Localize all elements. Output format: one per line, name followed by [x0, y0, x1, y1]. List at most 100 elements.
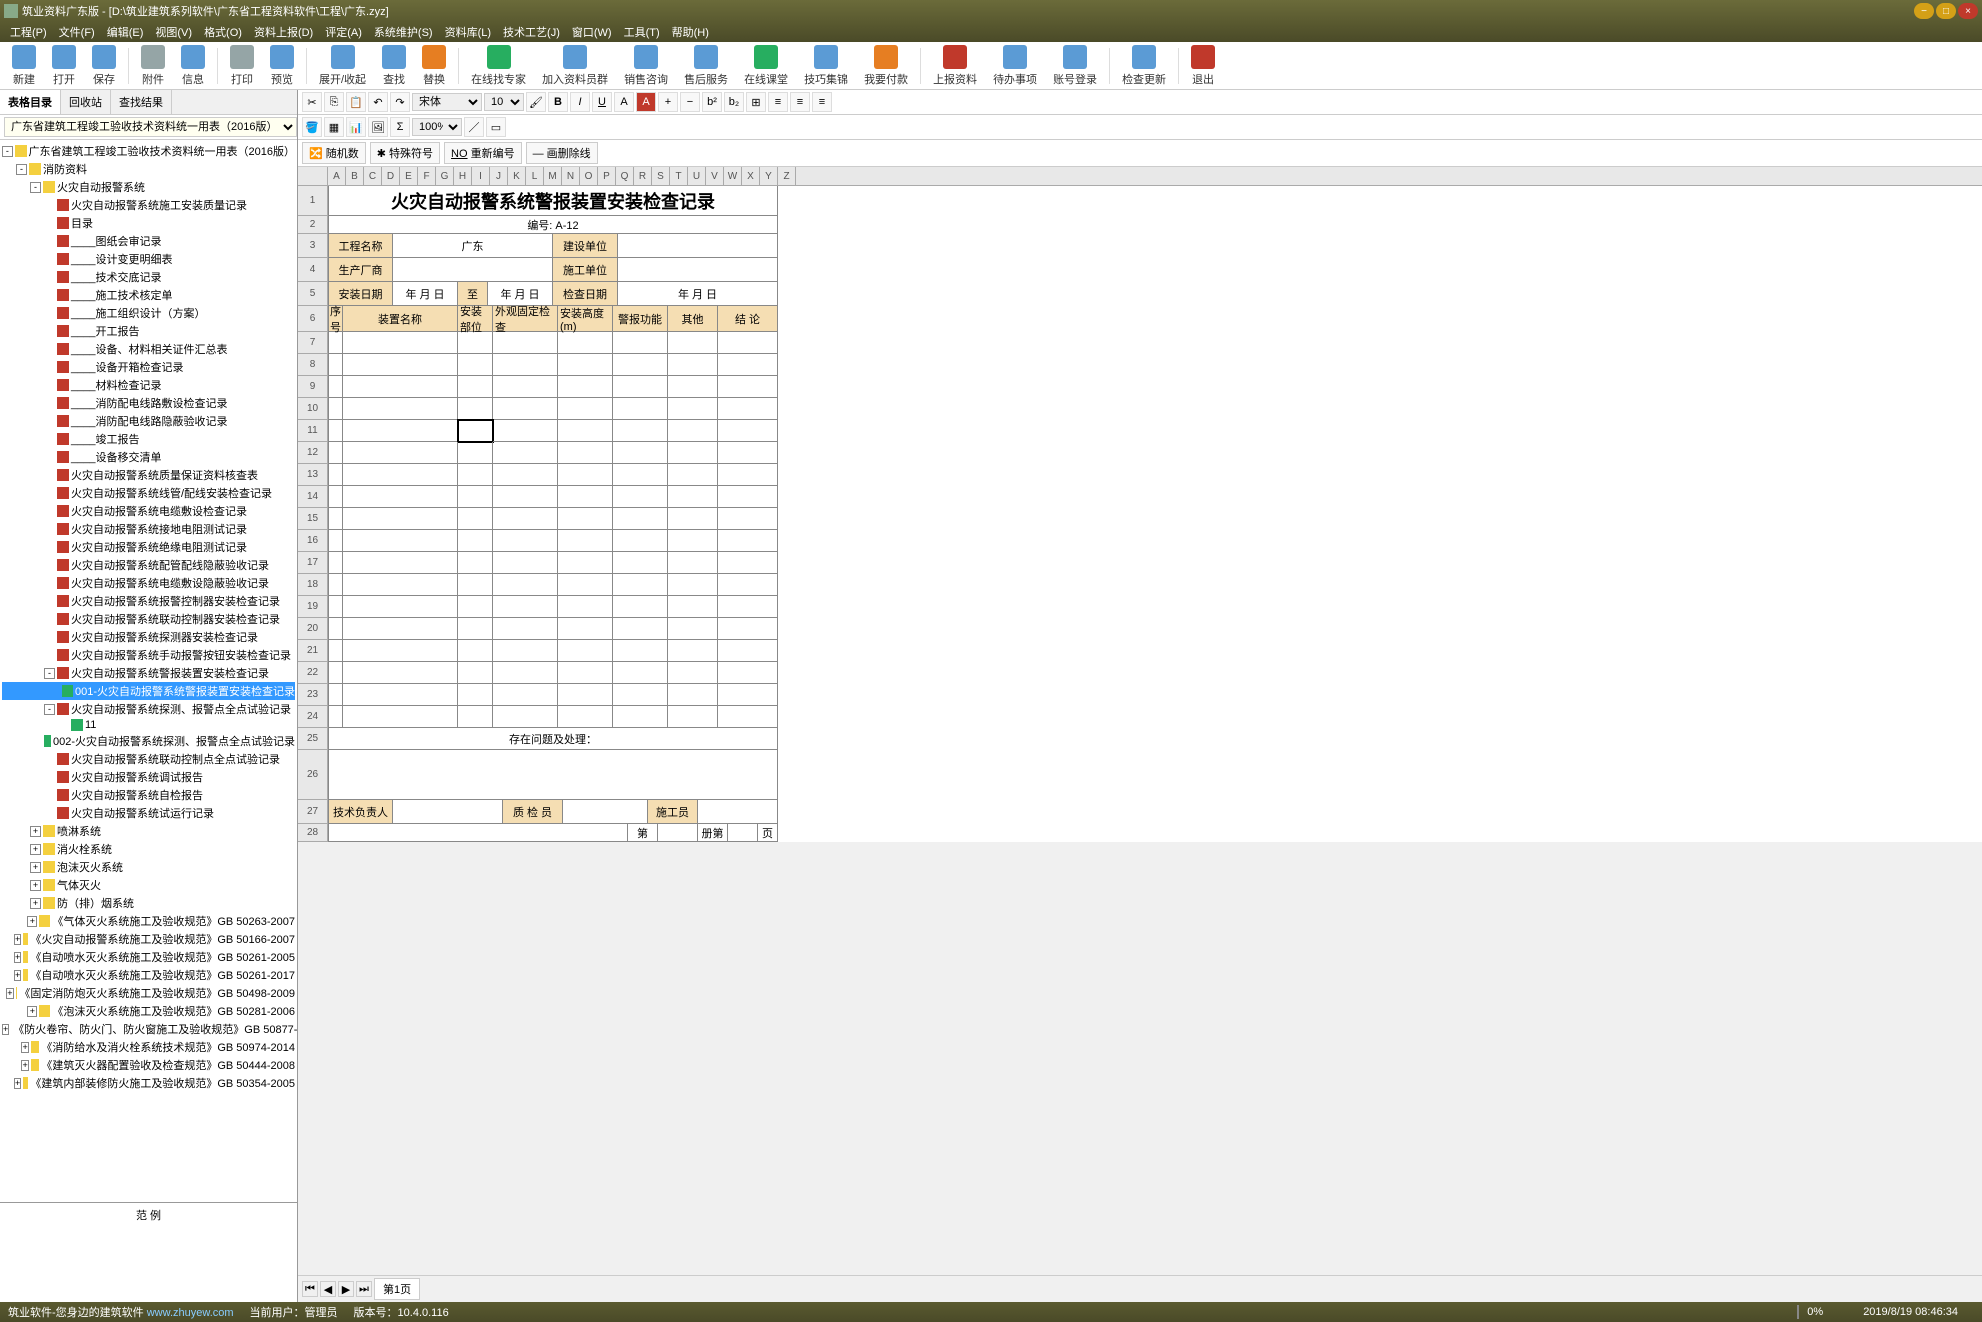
row-header[interactable]: 3	[298, 234, 328, 258]
cell[interactable]	[328, 596, 343, 618]
tree-node[interactable]: -广东省建筑工程竣工验收技术资料统一用表（2016版）	[2, 142, 295, 160]
tree-node[interactable]: ____图纸会审记录	[2, 232, 295, 250]
cell[interactable]	[668, 618, 718, 640]
tree-toggle-icon[interactable]: +	[27, 1006, 37, 1017]
cell[interactable]	[343, 662, 458, 684]
column-header[interactable]: S	[652, 167, 670, 185]
tree-node[interactable]: -火灾自动报警系统探测、报警点全点试验记录	[2, 700, 295, 718]
cell[interactable]	[613, 596, 668, 618]
tree-node[interactable]: 火灾自动报警系统手动报警按钮安装检查记录	[2, 646, 295, 664]
tree-toggle-icon[interactable]: -	[44, 668, 55, 679]
cell[interactable]	[558, 332, 613, 354]
cell[interactable]	[558, 420, 613, 442]
cell[interactable]	[343, 508, 458, 530]
cell[interactable]	[718, 398, 778, 420]
cell[interactable]	[558, 662, 613, 684]
toolbar-附件[interactable]: 附件	[133, 43, 173, 89]
cell[interactable]	[658, 824, 698, 842]
row-header[interactable]: 21	[298, 640, 328, 662]
row-header[interactable]: 16	[298, 530, 328, 552]
cell[interactable]	[563, 800, 648, 824]
cell[interactable]	[668, 398, 718, 420]
redo-icon[interactable]: ↷	[390, 92, 410, 112]
tree-node[interactable]: 002-火灾自动报警系统探测、报警点全点试验记录	[2, 732, 295, 750]
tree-toggle-icon[interactable]: +	[14, 934, 21, 945]
cell[interactable]	[343, 640, 458, 662]
cell[interactable]	[458, 420, 493, 442]
menu-item[interactable]: 窗口(W)	[566, 24, 618, 40]
cell[interactable]: 年 月 日	[618, 282, 778, 306]
tree-toggle-icon[interactable]: +	[14, 970, 21, 981]
cell[interactable]	[618, 234, 778, 258]
cell[interactable]	[493, 398, 558, 420]
cell[interactable]	[458, 684, 493, 706]
column-header[interactable]: U	[688, 167, 706, 185]
cell[interactable]	[493, 508, 558, 530]
cell[interactable]	[393, 258, 553, 282]
cell[interactable]	[493, 618, 558, 640]
cell[interactable]	[328, 618, 343, 640]
tree-toggle-icon[interactable]: +	[21, 1060, 29, 1071]
cell[interactable]	[718, 376, 778, 398]
row-header[interactable]: 11	[298, 420, 328, 442]
font-select[interactable]: 宋体	[412, 93, 482, 111]
fillcolor-icon[interactable]: A	[636, 92, 656, 112]
zoom-select[interactable]: 100%	[412, 118, 462, 136]
cell[interactable]	[458, 706, 493, 728]
left-tab[interactable]: 回收站	[61, 90, 111, 114]
cell[interactable]	[668, 684, 718, 706]
tree-node[interactable]: ____竣工报告	[2, 430, 295, 448]
italic-icon[interactable]: I	[570, 92, 590, 112]
cell[interactable]	[458, 354, 493, 376]
menu-item[interactable]: 资料库(L)	[439, 24, 497, 40]
tree-node[interactable]: -消防资料	[2, 160, 295, 178]
cell[interactable]	[493, 354, 558, 376]
row-header[interactable]: 23	[298, 684, 328, 706]
cell[interactable]: 工程名称	[328, 234, 393, 258]
column-header[interactable]: A	[328, 167, 346, 185]
cell[interactable]	[668, 640, 718, 662]
cell[interactable]	[718, 640, 778, 662]
bold-icon[interactable]: B	[548, 92, 568, 112]
row-header[interactable]: 6	[298, 306, 328, 332]
toolbar-上报资料[interactable]: 上报资料	[925, 43, 985, 89]
cell[interactable]	[613, 442, 668, 464]
tree-toggle-icon[interactable]: +	[30, 844, 41, 855]
cell[interactable]	[458, 662, 493, 684]
decrease-icon[interactable]: −	[680, 92, 700, 112]
cell[interactable]	[343, 706, 458, 728]
cell[interactable]: 册第	[698, 824, 728, 842]
form-code[interactable]: 编号: A-12	[328, 216, 778, 234]
cell[interactable]	[493, 574, 558, 596]
cell[interactable]	[558, 354, 613, 376]
maximize-button[interactable]: □	[1936, 3, 1956, 19]
cell[interactable]	[343, 596, 458, 618]
tree-node[interactable]: 火灾自动报警系统质量保证资料核查表	[2, 466, 295, 484]
toolbar-打印[interactable]: 打印	[222, 43, 262, 89]
cell[interactable]	[493, 596, 558, 618]
cell[interactable]	[458, 464, 493, 486]
cell[interactable]	[493, 420, 558, 442]
cell[interactable]	[613, 420, 668, 442]
column-header[interactable]: H	[454, 167, 472, 185]
cell[interactable]: 施工单位	[553, 258, 618, 282]
next-page-icon[interactable]: ▶	[338, 1281, 354, 1297]
cell[interactable]	[328, 530, 343, 552]
column-header[interactable]: D	[382, 167, 400, 185]
row-header[interactable]: 24	[298, 706, 328, 728]
fontsize-select[interactable]: 10	[484, 93, 524, 111]
cell[interactable]	[328, 552, 343, 574]
image-icon[interactable]: 🖼	[368, 117, 388, 137]
cell[interactable]	[668, 552, 718, 574]
align-c-icon[interactable]: ≡	[790, 92, 810, 112]
toolbar-查找[interactable]: 查找	[374, 43, 414, 89]
cell[interactable]: 外观固定检查	[493, 306, 558, 332]
cell[interactable]: 第	[628, 824, 658, 842]
toolbar-我要付款[interactable]: 我要付款	[856, 43, 916, 89]
cell[interactable]	[558, 442, 613, 464]
cell[interactable]: 警报功能	[613, 306, 668, 332]
increase-icon[interactable]: +	[658, 92, 678, 112]
cell[interactable]	[458, 530, 493, 552]
column-header[interactable]: P	[598, 167, 616, 185]
cell[interactable]	[613, 640, 668, 662]
